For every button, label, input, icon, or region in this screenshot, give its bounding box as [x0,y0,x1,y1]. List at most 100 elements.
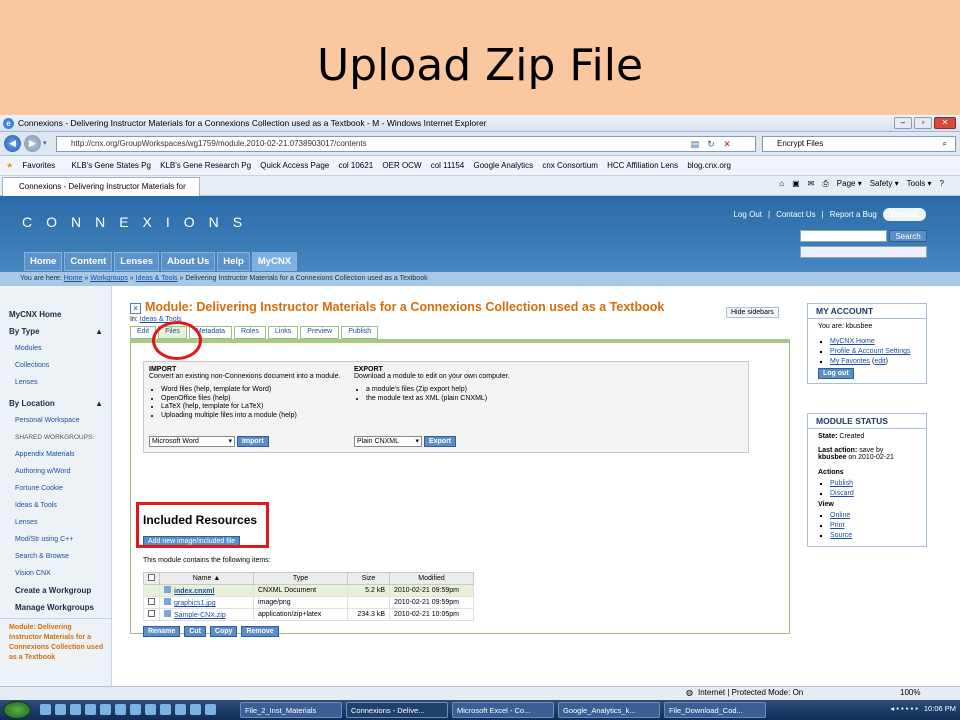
col-size[interactable]: Size [347,572,390,585]
fav-link[interactable]: KLB's Gene Research Pg [160,161,251,170]
sidebar-workgroup[interactable]: Ideas & Tools [0,497,111,514]
fav-link[interactable]: KLB's Gene States Pg [72,161,151,170]
sidebar-item-modules[interactable]: Modules [0,340,111,357]
sidebar-create-workgroup[interactable]: Create a Workgroup [0,582,111,599]
clock[interactable]: 10:06 PM [924,704,956,713]
fav-link[interactable]: Quick Access Page [260,161,329,170]
nav-about[interactable]: About Us [161,252,216,271]
logout-link[interactable]: Log Out [734,210,762,219]
tab-publish[interactable]: Publish [341,326,379,339]
back-button[interactable]: ◀ [4,135,21,152]
breadcrumb-workgroups[interactable]: Workgroups [90,275,128,282]
ql-icon[interactable] [160,704,171,715]
cut-button[interactable]: Cut [184,626,206,637]
fav-link[interactable]: blog.cnx.org [687,161,731,170]
safety-menu[interactable]: Safety ▾ [870,179,899,189]
tab-preview[interactable]: Preview [300,326,340,339]
history-dropdown-icon[interactable]: ▾ [43,139,47,147]
start-button[interactable] [3,701,31,719]
ql-icon[interactable] [40,704,51,715]
row-checkbox[interactable] [148,598,155,605]
site-search-button[interactable]: Search [889,230,927,242]
tab-links[interactable]: Links [267,326,299,339]
sidebar-by-type[interactable]: By Type ▲ [0,323,111,340]
import-button[interactable]: Import [236,436,269,447]
donate-button[interactable]: Donate [882,208,926,221]
browser-tab[interactable]: Connexions - Delivering Instructor Mater… [2,177,200,209]
sidebar-workgroup[interactable]: Authoring w/Word [0,463,111,480]
refresh-icon[interactable]: ↻ [704,137,718,151]
search-scroll[interactable] [800,246,927,258]
col-modified[interactable]: Modified [389,572,474,585]
stop-icon[interactable]: ✕ [720,137,734,151]
sidebar-workgroup[interactable]: Appendix Materials [0,446,111,463]
fav-link[interactable]: col 11154 [431,161,465,170]
sidebar-workgroup[interactable]: Mod/Str using C++ [0,531,111,548]
discard-link[interactable]: Discard [830,490,854,497]
col-type[interactable]: Type [253,572,348,585]
publish-link[interactable]: Publish [830,480,853,487]
fav-link[interactable]: Google Analytics [473,161,533,170]
sidebar-item-lenses[interactable]: Lenses [0,374,111,391]
file-link[interactable]: graphics1.jpg [174,600,216,607]
ql-icon[interactable] [130,704,141,715]
mail-icon[interactable]: ✉ [808,179,815,189]
search-field[interactable]: Encrypt Files ⌕ [762,136,956,152]
ql-icon[interactable] [190,704,201,715]
nav-content[interactable]: Content [64,252,113,271]
nav-lenses[interactable]: Lenses [114,252,160,271]
file-link[interactable]: Sample-CNX.zip [174,612,226,619]
help-icon[interactable]: ? [940,179,944,189]
account-link[interactable]: Profile & Account Settings [830,348,911,355]
import-format-select[interactable]: Microsoft Word ▾ [149,436,235,447]
select-all-checkbox[interactable] [148,574,155,581]
remove-button[interactable]: Remove [241,626,279,637]
export-button[interactable]: Export [423,436,457,447]
view-print-link[interactable]: Print [830,522,844,529]
fav-link[interactable]: cnx Consortium [542,161,598,170]
account-link[interactable]: MyCNX Home [830,338,875,345]
sidebar-manage-workgroups[interactable]: Manage Workgroups [0,599,111,616]
sidebar-item-collections[interactable]: Collections [0,357,111,374]
sidebar-workgroup[interactable]: Search & Browse [0,548,111,565]
ql-icon[interactable] [205,704,216,715]
file-link[interactable]: index.cnxml [174,588,214,595]
tray-icons[interactable]: ◂ ▪ ▪ ▪ ▪ ▪ [890,704,917,713]
site-search-input[interactable] [800,230,887,242]
ql-icon[interactable] [100,704,111,715]
logout-button[interactable]: Log out [818,368,854,379]
ql-icon[interactable] [175,704,186,715]
ql-icon[interactable] [115,704,126,715]
breadcrumb-ideas[interactable]: Ideas & Tools [136,275,178,282]
sidebar-workgroup[interactable]: Vision CNX [0,565,111,582]
taskbar-item[interactable]: Connexions - Delive... [346,702,448,718]
sidebar-by-location[interactable]: By Location ▲ [0,395,111,412]
close-button[interactable]: ✕ [934,117,956,129]
zoom-level[interactable]: 100% [900,688,920,697]
print-icon[interactable]: ⎙ [822,179,828,189]
copy-button[interactable]: Copy [209,626,238,637]
sidebar-workgroup[interactable]: Fortune Cookie [0,480,111,497]
ql-icon[interactable] [70,704,81,715]
col-name[interactable]: Name ▲ [159,572,254,585]
row-checkbox[interactable] [148,610,155,617]
feeds-icon[interactable]: ▣ [792,179,800,189]
favorites-button[interactable]: ★ Favorites [6,161,62,170]
sidebar-item-personal[interactable]: Personal Workspace [0,412,111,429]
tab-roles[interactable]: Roles [234,326,266,339]
fav-link[interactable]: HCC Affiliation Lens [607,161,678,170]
fav-link[interactable]: OER OCW [382,161,421,170]
maximize-button[interactable]: ▫ [914,117,932,129]
home-icon[interactable]: ⌂ [779,179,784,189]
export-format-select[interactable]: Plain CNXML ▾ [354,436,422,447]
taskbar-item[interactable]: File_Download_Cod... [664,702,766,718]
report-bug-link[interactable]: Report a Bug [830,210,877,219]
ql-icon[interactable] [85,704,96,715]
ql-icon[interactable] [55,704,66,715]
taskbar-item[interactable]: Google_Analytics_k... [558,702,660,718]
cnx-logo[interactable]: CONNEXIONS [22,214,256,230]
forward-button[interactable]: ▶ [24,135,41,152]
hide-sidebars-button[interactable]: Hide sidebars [726,307,779,318]
sidebar-workgroup[interactable]: Lenses [0,514,111,531]
contact-link[interactable]: Contact Us [776,210,816,219]
